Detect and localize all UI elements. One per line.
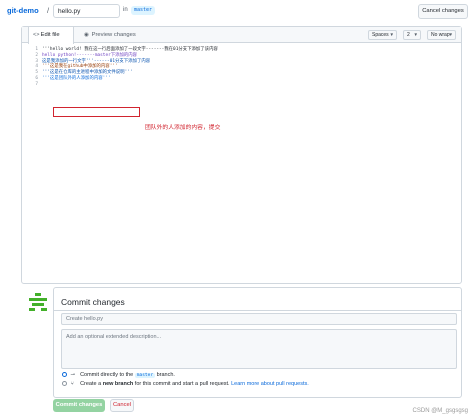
commit-direct-option[interactable]: ⊸ Commit directly to the master branch. (62, 372, 175, 378)
file-path-bar: git-demo / in master Cancel changes (0, 0, 474, 24)
option-new-bold: new branch (102, 381, 134, 387)
commit-summary-input[interactable]: Create hello.py (61, 313, 457, 325)
chevron-down-icon: ▼ (389, 32, 394, 37)
indent-mode-value: Spaces (372, 32, 389, 38)
cancel-changes-button[interactable]: Cancel changes (418, 4, 468, 19)
commit-panel: Commit changes Create hello.py Add an op… (53, 287, 462, 398)
option-direct-pre: Commit directly to the (80, 372, 134, 378)
eye-icon: ◉ (84, 32, 89, 38)
editor-toolbar: <> Edit file ◉ Preview changes Spaces ▼ … (22, 27, 461, 44)
learn-more-link[interactable]: Learn more about pull requests. (231, 381, 309, 387)
repo-link[interactable]: git-demo (7, 6, 39, 15)
watermark: CSDN @M_gsgsgsg (412, 408, 468, 414)
chevron-down-icon: ▼ (448, 32, 453, 37)
chevron-down-icon: ▼ (413, 32, 418, 37)
commit-changes-button[interactable]: Commit changes (53, 399, 105, 412)
option-direct-post: branch. (156, 372, 175, 378)
commit-icon: ⊸ (70, 372, 76, 378)
code-area[interactable]: 1 '''hello world! 我在这一行后面添加了一段文字-------我… (30, 47, 450, 88)
code-icon: <> (33, 32, 40, 38)
radio-selected[interactable] (62, 372, 67, 377)
option-new-mid: for this commit and start a pull request… (134, 381, 230, 387)
commit-description-input[interactable]: Add an optional extended description... (61, 329, 457, 369)
annotation-note: 团队外的人添加的内容，提交 (145, 125, 221, 131)
tab-edit-file[interactable]: <> Edit file (28, 27, 74, 44)
divider (54, 310, 461, 311)
highlight-box (53, 107, 140, 117)
new-branch-option[interactable]: ⑂ Create a new branch for this commit an… (62, 381, 309, 387)
wrap-mode-select[interactable]: No wrap ▼ (427, 30, 456, 40)
tab-preview-changes-label: Preview changes (91, 32, 136, 38)
branch-badge: master (131, 6, 156, 15)
branch-badge: master (134, 373, 156, 378)
pull-request-icon: ⑂ (70, 381, 74, 387)
path-separator: / (47, 6, 50, 15)
indent-size-select[interactable]: 2 ▼ (403, 30, 421, 40)
filename-input[interactable] (53, 4, 120, 18)
line-number: 7 (35, 81, 38, 87)
indent-size-value: 2 (407, 32, 410, 38)
code-line: 7 (30, 82, 450, 88)
commit-title: Commit changes (61, 297, 125, 307)
option-new-pre: Create a (80, 381, 102, 387)
avatar (29, 293, 47, 311)
wrap-mode-value: No wrap (431, 32, 450, 38)
indent-mode-select[interactable]: Spaces ▼ (368, 30, 397, 40)
in-label: in (123, 7, 128, 13)
radio-unselected[interactable] (62, 381, 67, 386)
cancel-button[interactable]: Cancel (110, 399, 134, 412)
tab-preview-changes[interactable]: ◉ Preview changes (80, 27, 140, 43)
file-editor: <> Edit file ◉ Preview changes Spaces ▼ … (21, 26, 462, 284)
tab-edit-file-label: Edit file (40, 32, 60, 38)
